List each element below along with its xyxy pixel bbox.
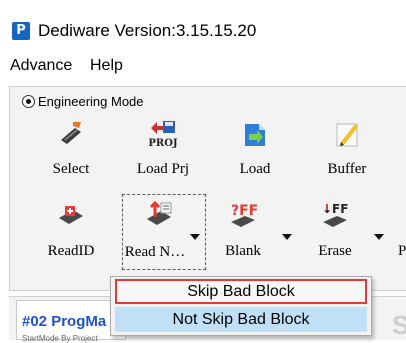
buffer-edit-icon: [336, 123, 358, 147]
radio-selected-dot: [26, 99, 31, 104]
program-panel-title: #02 ProgMa: [22, 313, 107, 330]
menu-bar: Advance Help: [0, 54, 406, 78]
readid-button[interactable]: ReadID: [38, 200, 104, 268]
read-nand-dropdown-arrow[interactable]: [190, 234, 200, 240]
load-file-icon: [245, 124, 265, 146]
select-label: Select: [52, 161, 90, 177]
read-nand-dropdown-menu: Skip Bad Block Not Skip Bad Block: [110, 276, 372, 336]
read-nand-button[interactable]: Read N…: [122, 194, 206, 270]
blank-label: Blank: [225, 243, 261, 259]
read-nand-icon: [147, 200, 172, 225]
engineering-mode-label: Engineering Mode: [38, 94, 144, 109]
read-nand-label: Read N…: [124, 244, 186, 260]
erase-label: Erase: [318, 243, 352, 259]
select-chip-icon: [61, 122, 81, 144]
select-button[interactable]: Select: [38, 118, 104, 186]
program-panel-subtitle: StartMode By Project: [22, 334, 98, 343]
program-button-partial[interactable]: P: [384, 200, 406, 268]
load-button[interactable]: Load: [222, 118, 288, 186]
blank-check-icon: ?FF: [231, 203, 258, 227]
next-site-label: S: [392, 310, 406, 340]
buffer-label: Buffer: [327, 161, 367, 177]
menu-help[interactable]: Help: [90, 54, 123, 78]
blank-button[interactable]: ?FF Blank: [210, 200, 276, 268]
engineering-mode-radio[interactable]: [22, 95, 35, 108]
not-skip-bad-block-option[interactable]: Not Skip Bad Block: [115, 307, 367, 332]
app-logo-glyph: P: [16, 23, 26, 38]
load-label: Load: [239, 161, 271, 177]
readid-label: ReadID: [47, 243, 95, 259]
buffer-button[interactable]: Buffer: [314, 118, 380, 186]
load-project-label: Load Prj: [136, 161, 190, 177]
load-project-button[interactable]: PROJ Load Prj: [130, 118, 196, 186]
read-id-icon: [59, 206, 83, 224]
skip-bad-block-option[interactable]: Skip Bad Block: [115, 279, 367, 304]
erase-icon-text: ↓FF: [322, 202, 348, 216]
app-logo-icon: P: [12, 22, 30, 40]
blank-dropdown-arrow[interactable]: [282, 234, 292, 240]
erase-icon: ↓FF: [322, 202, 348, 227]
window-title: Dediware Version:3.15.15.20: [38, 21, 257, 40]
erase-button[interactable]: ↓FF Erase: [302, 200, 368, 268]
menu-advance[interactable]: Advance: [10, 54, 72, 78]
erase-dropdown-arrow[interactable]: [374, 234, 384, 240]
load-project-icon: PROJ: [148, 121, 178, 149]
title-bar: P Dediware Version:3.15.15.20: [0, 0, 406, 46]
proj-icon-text: PROJ: [148, 138, 178, 149]
program-partial-label: P: [398, 243, 406, 259]
